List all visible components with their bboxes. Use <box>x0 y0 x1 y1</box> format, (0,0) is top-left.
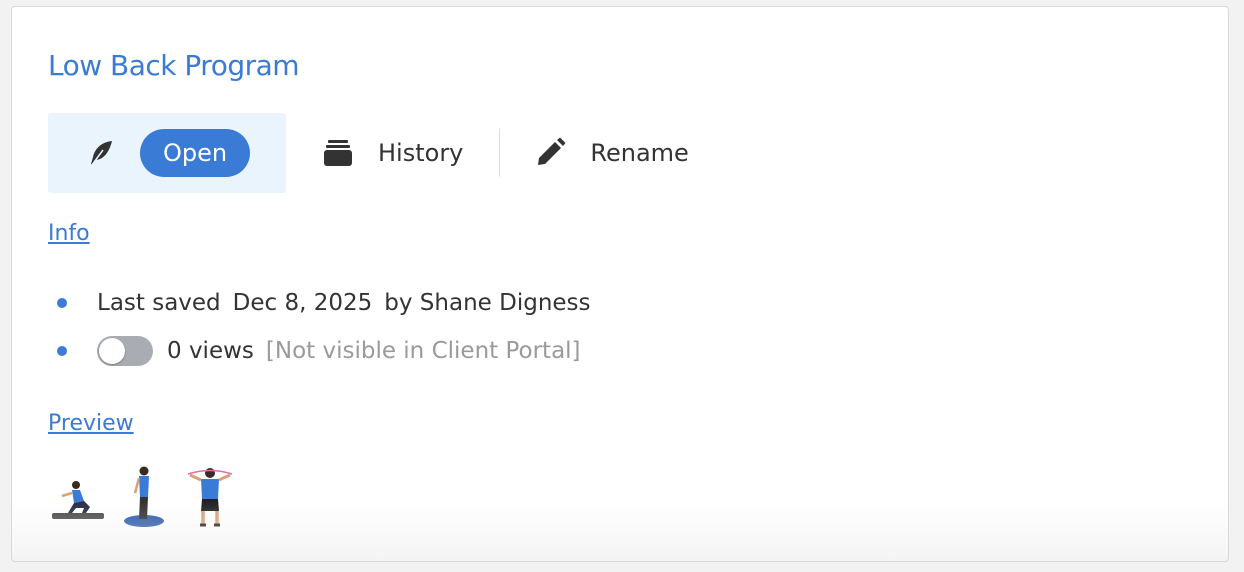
list-item: Last saved Dec 8, 2025 by Shane Digness <box>48 279 591 327</box>
portal-status: [Not visible in Client Portal] <box>265 338 581 364</box>
preview-link[interactable]: Preview <box>48 411 134 436</box>
stack-icon <box>322 137 354 169</box>
views-count: 0 views <box>167 338 254 364</box>
saved-by: by Shane Digness <box>384 290 591 316</box>
squat-exercise-thumbnail[interactable] <box>50 463 106 529</box>
bullet <box>57 298 67 308</box>
program-card: Low Back Program Open History Rename Inf… <box>11 6 1229 562</box>
action-divider <box>499 129 501 177</box>
last-saved-label: Last saved <box>97 290 221 316</box>
list-item: 0 views [Not visible in Client Portal] <box>48 327 591 375</box>
open-section: Open <box>48 113 286 193</box>
info-list: Last saved Dec 8, 2025 by Shane Digness … <box>48 279 591 375</box>
program-title[interactable]: Low Back Program <box>48 49 300 82</box>
pencil-icon <box>534 137 566 169</box>
last-saved-date: Dec 8, 2025 <box>232 290 373 316</box>
toggle-knob <box>99 338 125 364</box>
preview-thumbnails <box>50 463 238 529</box>
open-button[interactable]: Open <box>140 129 250 177</box>
history-button[interactable]: History <box>322 113 463 193</box>
rename-label: Rename <box>590 139 689 167</box>
action-bar: Open History Rename <box>48 113 689 193</box>
band-pull-exercise-thumbnail[interactable] <box>182 463 238 529</box>
portal-visibility-toggle[interactable] <box>97 336 153 366</box>
bullet <box>57 346 67 356</box>
history-label: History <box>378 139 464 167</box>
rename-button[interactable]: Rename <box>534 113 689 193</box>
feather-icon <box>86 138 116 168</box>
info-link[interactable]: Info <box>48 221 90 246</box>
standing-balance-exercise-thumbnail[interactable] <box>116 463 172 529</box>
